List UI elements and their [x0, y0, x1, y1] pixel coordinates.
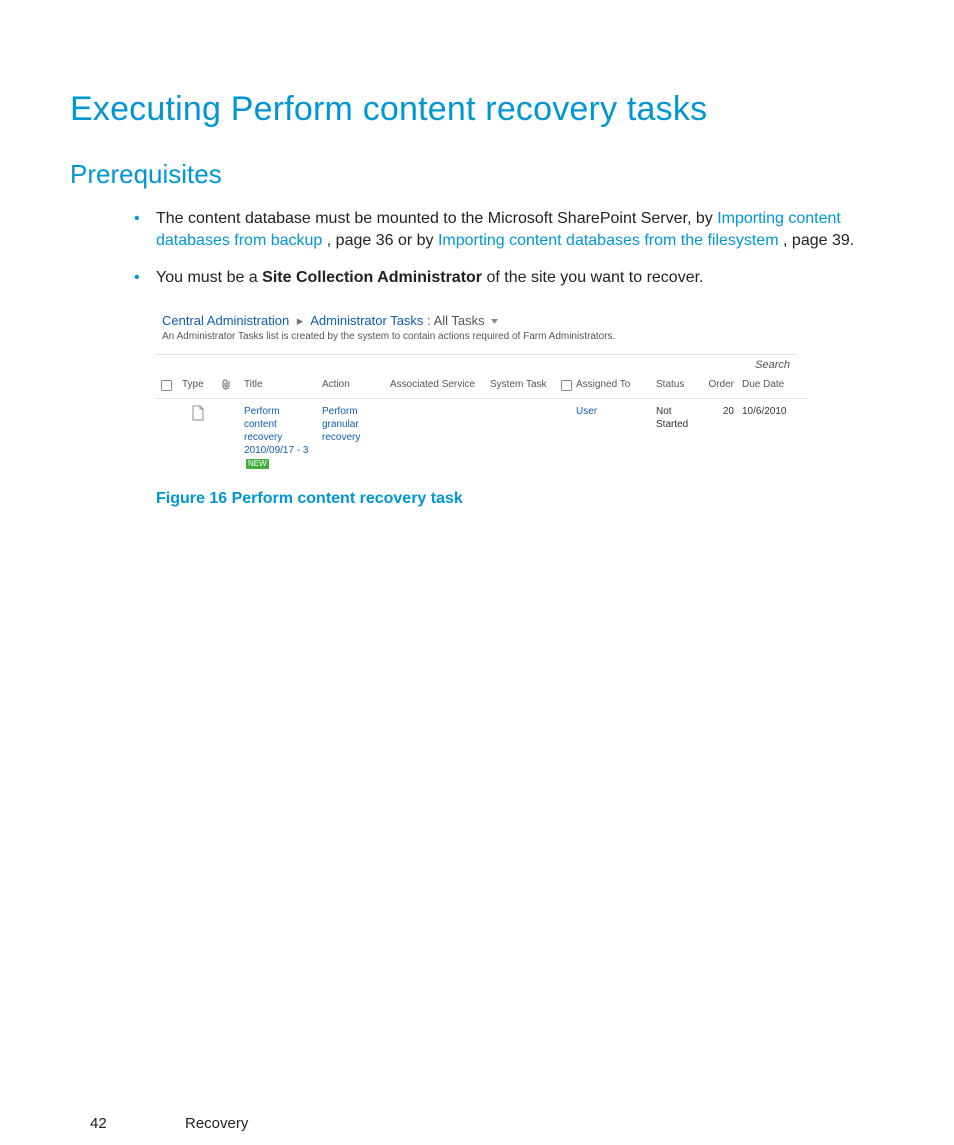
document-page: Executing Perform content recovery tasks…: [0, 0, 954, 1145]
header-status[interactable]: Status: [652, 373, 700, 399]
list-item: You must be a Site Collection Administra…: [156, 267, 884, 289]
figure-16: Central Administration ▸ Administrator T…: [156, 309, 884, 508]
header-attachment[interactable]: [218, 373, 240, 399]
header-action[interactable]: Action: [318, 373, 386, 399]
cell-order: 20: [700, 399, 738, 477]
cell-due-date: 10/6/2010: [738, 399, 808, 477]
header-title[interactable]: Title: [240, 373, 318, 399]
header-checkbox[interactable]: [156, 373, 178, 399]
heading-1: Executing Perform content recovery tasks: [70, 90, 884, 129]
prerequisites-list: The content database must be mounted to …: [70, 208, 884, 289]
cell-system-task: [486, 399, 556, 477]
table-row[interactable]: Perform content recovery 2010/09/17 - 3 …: [156, 399, 808, 477]
header-due-date[interactable]: Due Date: [738, 373, 808, 399]
search-label[interactable]: Search: [156, 355, 796, 373]
breadcrumb: Central Administration ▸ Administrator T…: [156, 309, 796, 331]
list-item: The content database must be mounted to …: [156, 208, 884, 253]
header-assigned-to[interactable]: Assigned To: [572, 373, 652, 399]
header-assigned-checkbox[interactable]: [556, 373, 572, 399]
assigned-user-link[interactable]: User: [576, 406, 597, 417]
cell-status: Not Started: [652, 399, 700, 477]
figure-caption: Figure 16 Perform content recovery task: [156, 490, 884, 508]
breadcrumb-list[interactable]: Administrator Tasks: [310, 313, 423, 328]
link-import-filesystem[interactable]: Importing content databases from the fil…: [438, 232, 779, 249]
header-order[interactable]: Order: [700, 373, 738, 399]
header-associated-service[interactable]: Associated Service: [386, 373, 486, 399]
table-header-row: Type Title Action Associated Service Sys…: [156, 373, 808, 399]
new-badge: NEW: [246, 459, 269, 469]
cell-title[interactable]: Perform content recovery 2010/09/17 - 3 …: [240, 399, 318, 477]
bold-text: Site Collection Administrator: [262, 269, 482, 286]
text: , page 36 or by: [327, 232, 438, 249]
tasks-table: Type Title Action Associated Service Sys…: [156, 373, 808, 476]
action-link[interactable]: Perform granular recovery: [322, 406, 360, 443]
header-type[interactable]: Type: [178, 373, 218, 399]
view-dropdown-icon[interactable]: [490, 317, 499, 326]
cell-associated-service: [386, 399, 486, 477]
breadcrumb-root[interactable]: Central Administration: [162, 313, 289, 328]
task-title-link[interactable]: Perform content recovery 2010/09/17 - 3: [244, 406, 309, 456]
cell-assigned-to[interactable]: User: [572, 399, 652, 477]
divider: [156, 348, 796, 355]
attachment-icon: [222, 379, 236, 391]
section-name: Recovery: [185, 1115, 248, 1132]
select-all-checkbox[interactable]: [161, 380, 172, 391]
sharepoint-screenshot: Central Administration ▸ Administrator T…: [156, 309, 796, 476]
breadcrumb-view: All Tasks: [434, 313, 485, 328]
heading-2-prerequisites: Prerequisites: [70, 159, 884, 190]
cell-type: [178, 399, 218, 477]
header-system-task[interactable]: System Task: [486, 373, 556, 399]
text: , page 39.: [783, 232, 854, 249]
text: You must be a: [156, 269, 262, 286]
document-icon: [191, 405, 205, 421]
assigned-filter-checkbox[interactable]: [561, 380, 572, 391]
cell-action[interactable]: Perform granular recovery: [318, 399, 386, 477]
text: of the site you want to recover.: [486, 269, 703, 286]
text: The content database must be mounted to …: [156, 210, 717, 227]
breadcrumb-separator-icon: ▸: [297, 313, 304, 328]
page-number: 42: [90, 1115, 107, 1132]
list-description: An Administrator Tasks list is created b…: [156, 331, 796, 348]
